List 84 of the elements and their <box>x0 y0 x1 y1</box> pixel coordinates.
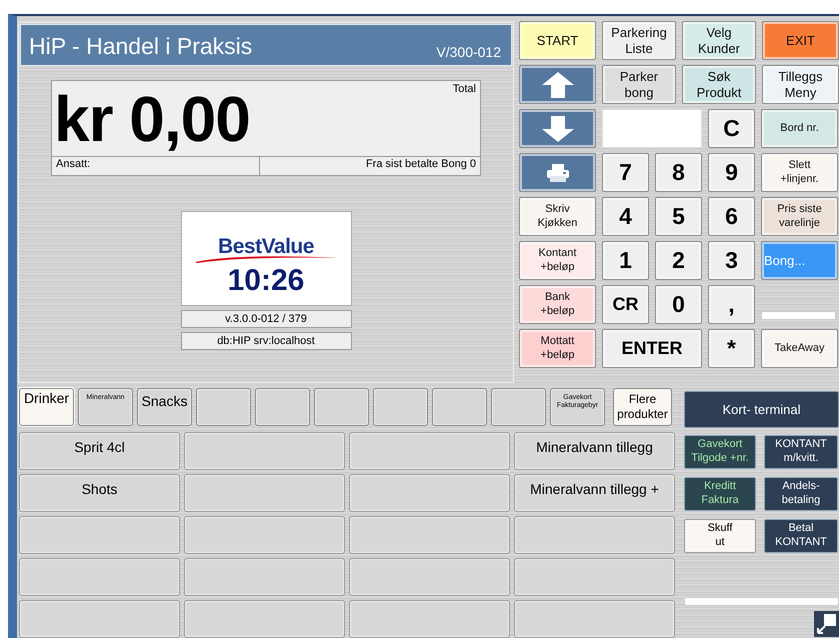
product-button[interactable]: Shots <box>19 474 180 512</box>
keypad-key[interactable]: CR <box>602 285 649 324</box>
empty-product-button[interactable] <box>184 474 345 512</box>
scroll-up-button[interactable] <box>519 65 596 104</box>
empty-product-button[interactable] <box>19 516 180 554</box>
function-button[interactable]: TakeAway <box>761 329 838 368</box>
keypad-key[interactable]: 0 <box>655 285 702 324</box>
payment-button[interactable]: Gavekort Tilgode +nr. <box>684 435 756 469</box>
category-tab[interactable] <box>373 388 428 426</box>
empty-product-button[interactable] <box>349 600 510 638</box>
empty-product-button[interactable] <box>184 432 345 470</box>
brand-name: BestValue <box>218 236 314 258</box>
empty-product-button[interactable] <box>514 600 675 638</box>
function-button[interactable]: Slett +linjenr. <box>761 153 838 192</box>
empty-product-button[interactable] <box>349 516 510 554</box>
category-tab[interactable] <box>314 388 369 426</box>
function-button[interactable]: Mottatt +beløp <box>519 329 596 368</box>
keypad-key[interactable]: 7 <box>602 153 649 192</box>
category-tab[interactable] <box>432 388 487 426</box>
function-button[interactable]: EXIT <box>762 21 839 60</box>
keypad-key[interactable]: 9 <box>708 153 755 192</box>
function-button[interactable]: Parkering Liste <box>602 21 676 60</box>
category-tab[interactable] <box>196 388 251 426</box>
total-label: Total <box>452 82 476 95</box>
info-text: v.3.0.0-012 / 379 <box>180 310 352 328</box>
empty-product-button[interactable] <box>19 600 180 638</box>
empty-product-button[interactable] <box>184 600 345 638</box>
payment-button[interactable]: Andels- betaling <box>764 477 838 511</box>
empty-product-button[interactable] <box>184 558 345 596</box>
keypad-key[interactable]: 3 <box>708 241 755 280</box>
keypad-key[interactable]: * <box>708 329 755 368</box>
printer-icon <box>544 162 570 182</box>
input-field[interactable] <box>602 109 702 148</box>
empty-product-button[interactable] <box>514 558 675 596</box>
keypad-key[interactable]: 4 <box>602 197 649 236</box>
payment-button[interactable]: KONTANT m/kvitt. <box>764 435 838 469</box>
total-amount: kr 0,00 <box>54 82 250 157</box>
clock-time: 10:26 <box>228 265 304 297</box>
empty-product-button[interactable] <box>514 516 675 554</box>
function-button[interactable]: Kontant +beløp <box>519 241 596 280</box>
keypad-key[interactable]: 2 <box>655 241 702 280</box>
payment-button[interactable]: Skuff ut <box>684 519 756 553</box>
function-button[interactable]: Bank +beløp <box>519 285 596 324</box>
function-button[interactable]: Tilleggs Meny <box>762 65 839 104</box>
empty-product-button[interactable] <box>349 558 510 596</box>
function-button[interactable]: Velg Kunder <box>682 21 756 60</box>
empty-product-button[interactable] <box>349 474 510 512</box>
keypad-key[interactable]: C <box>708 109 755 148</box>
empty-product-button[interactable] <box>349 432 510 470</box>
card-terminal-button[interactable]: Kort- terminal <box>684 391 839 428</box>
payment-button[interactable]: Betal KONTANT <box>764 519 838 553</box>
product-button[interactable]: Mineralvann tillegg + <box>514 474 675 512</box>
product-button[interactable]: Sprit 4cl <box>19 432 180 470</box>
up-arrow-icon <box>540 70 574 98</box>
category-tab[interactable]: Drinker <box>19 388 74 426</box>
function-button[interactable]: START <box>519 21 596 60</box>
function-button[interactable]: Parker bong <box>602 65 676 104</box>
print-button[interactable] <box>519 153 596 192</box>
payment-button[interactable]: Kreditt Faktura <box>684 477 756 511</box>
keypad-key[interactable]: 5 <box>655 197 702 236</box>
resize-icon[interactable] <box>814 611 839 637</box>
function-button[interactable]: Skriv Kjøkken <box>519 197 596 236</box>
function-button[interactable]: Søk Produkt <box>682 65 756 104</box>
function-button[interactable]: Pris siste varelinje <box>761 197 838 236</box>
info-text: db:HIP srv:localhost <box>180 332 352 350</box>
keypad-key[interactable]: , <box>708 285 755 324</box>
down-arrow-icon <box>540 114 574 142</box>
scroll-down-button[interactable] <box>519 109 596 148</box>
category-tab[interactable]: Snacks <box>137 388 192 426</box>
keypad-key[interactable]: 1 <box>602 241 649 280</box>
empty-product-button[interactable] <box>184 516 345 554</box>
app-title: HiP - Handel i Praksis <box>29 32 252 60</box>
keypad-key[interactable]: 8 <box>655 153 702 192</box>
category-tab[interactable] <box>491 388 546 426</box>
employee-label: Ansatt: <box>55 157 92 172</box>
function-button[interactable]: Bord nr. <box>761 109 838 148</box>
product-button[interactable]: Mineralvann tillegg <box>514 432 675 470</box>
more-products-button[interactable]: Flere produkter <box>613 388 672 426</box>
empty-product-button[interactable] <box>19 558 180 596</box>
last-receipt-text: Fra sist betalte Bong 0 <box>259 157 480 175</box>
enter-key[interactable]: ENTER <box>602 329 702 368</box>
version-code: V/300-012 <box>436 44 501 60</box>
category-tab[interactable] <box>255 388 310 426</box>
keypad-key[interactable]: 6 <box>708 197 755 236</box>
